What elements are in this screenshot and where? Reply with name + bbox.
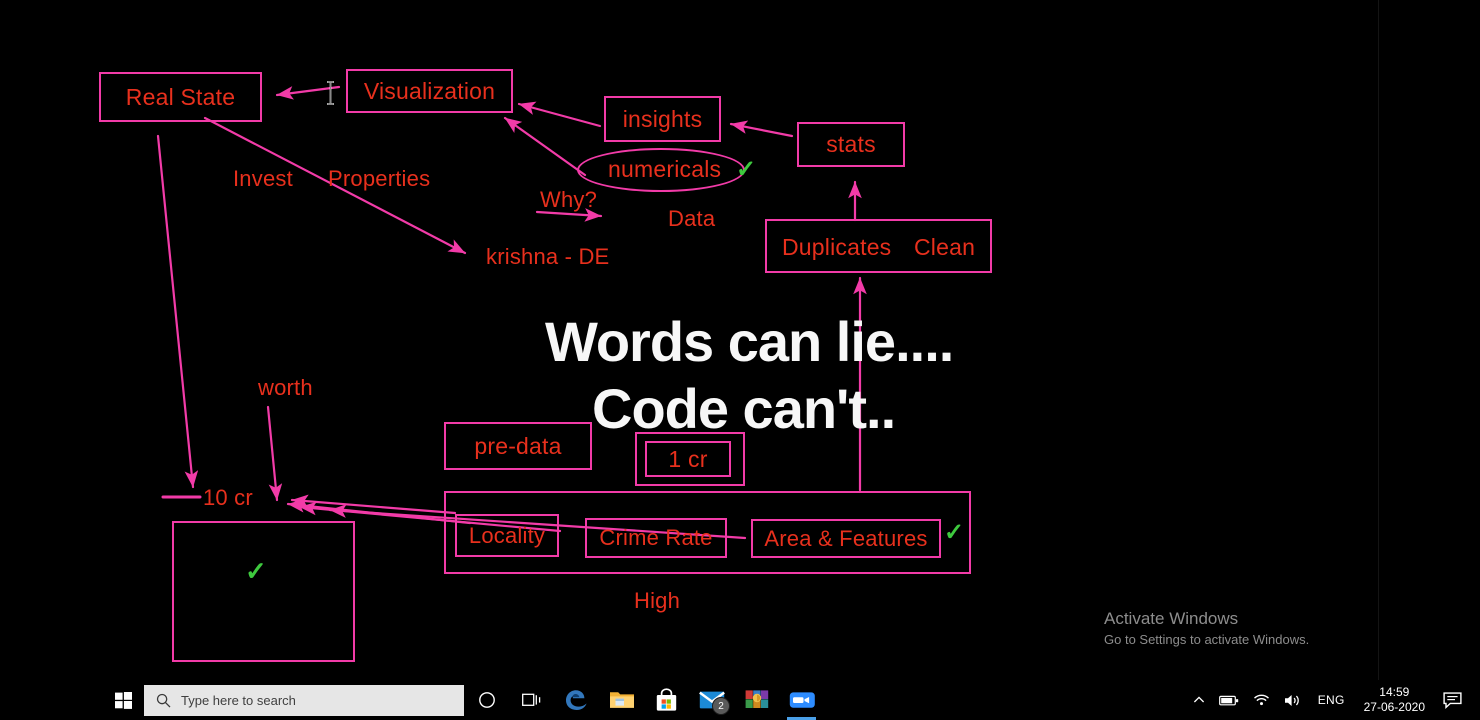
box-one-cr[interactable]: 1 cr [645, 441, 731, 477]
note-high: High [634, 588, 681, 613]
note-data: Data [668, 206, 716, 231]
task-view-icon [521, 693, 540, 706]
battery-icon [1218, 695, 1238, 705]
clock-date: 27-06-2020 [1363, 700, 1425, 714]
box-crime-rate[interactable]: Crime Rate [585, 518, 727, 558]
note-ten-cr: 10 cr [203, 485, 253, 510]
headline-line-2: Code can't.. [592, 377, 896, 440]
cortana-button[interactable] [464, 680, 509, 720]
cortana-icon [478, 692, 495, 708]
start-button[interactable] [102, 680, 144, 720]
watermark-title: Activate Windows [1104, 609, 1239, 628]
winrar-icon [745, 690, 768, 708]
action-center-icon [1443, 691, 1462, 709]
volume-icon [1284, 694, 1299, 706]
action-center-button[interactable] [1435, 680, 1474, 720]
area-features-check-icon: ✓ [944, 519, 965, 546]
winrar-button[interactable] [734, 680, 779, 720]
taskbar: Type here to search 2 ENG 14:59 27-06-20… [0, 680, 1480, 720]
box-clean-label: Clean [914, 234, 976, 260]
language-indicator[interactable]: ENG [1309, 693, 1354, 707]
clock[interactable]: 14:59 27-06-2020 [1354, 685, 1435, 715]
microsoft-store-button[interactable] [644, 680, 689, 720]
zoom-icon [789, 692, 815, 708]
box-real-state-label: Real State [125, 83, 236, 110]
box-area-features[interactable]: Area & Features [751, 519, 941, 558]
box-locality-label: Locality [468, 522, 546, 548]
wifi-icon [1253, 694, 1269, 706]
mail-unread-badge: 2 [712, 697, 730, 715]
volume-button[interactable] [1277, 680, 1309, 720]
numericals-check-icon: ✓ [736, 156, 757, 183]
chevron-up-icon [1193, 696, 1204, 703]
box-one-cr-label: 1 cr [668, 445, 708, 472]
note-properties: Properties [328, 166, 431, 191]
windows-logo-icon [114, 691, 132, 709]
taskbar-left-spacer [0, 680, 102, 720]
box-insights-label: insights [622, 105, 703, 132]
mail-button[interactable]: 2 [689, 680, 734, 720]
box-area-features-label: Area & Features [764, 525, 928, 551]
ellipse-numericals-label: numericals [608, 156, 722, 182]
clock-time: 14:59 [1379, 685, 1410, 699]
box-real-state[interactable]: Real State [99, 72, 262, 122]
empty-box-check-icon: ✓ [245, 556, 267, 586]
activate-windows-watermark: Activate Windows Go to Settings to activ… [1104, 608, 1364, 649]
system-tray: ENG 14:59 27-06-2020 [1186, 680, 1480, 720]
whiteboard-canvas[interactable]: Real State Visualization insights stats … [0, 0, 1378, 680]
desktop-right-strip [1379, 0, 1480, 680]
box-stats[interactable]: stats [797, 122, 905, 167]
edge-icon [565, 690, 587, 710]
search-placeholder: Type here to search [181, 692, 296, 708]
box-visualization-label: Visualization [363, 77, 496, 104]
note-invest: Invest [233, 166, 293, 191]
box-pre-data-label: pre-data [474, 432, 562, 459]
battery-button[interactable] [1212, 680, 1246, 720]
screen-root: Real State Visualization insights stats … [0, 0, 1480, 720]
text-cursor-icon [327, 81, 334, 105]
box-stats-label: stats [826, 131, 876, 157]
headline-line-1: Words can lie.... [545, 310, 954, 373]
microsoft-store-icon [656, 688, 677, 711]
box-insights[interactable]: insights [604, 96, 721, 142]
note-krishna-de: krishna - DE [486, 244, 610, 269]
edge-button[interactable] [554, 680, 599, 720]
box-crime-rate-label: Crime Rate [599, 525, 713, 550]
zoom-button[interactable] [779, 680, 824, 720]
watermark-subtitle: Go to Settings to activate Windows. [1104, 632, 1310, 647]
network-button[interactable] [1246, 680, 1277, 720]
note-worth: worth [258, 375, 313, 400]
box-locality[interactable]: Locality [455, 514, 559, 557]
box-duplicates-label: Duplicates [782, 234, 892, 260]
box-empty-result[interactable] [172, 521, 355, 662]
file-explorer-icon [609, 692, 634, 708]
search-icon [156, 693, 171, 708]
note-why: Why? [540, 187, 598, 212]
box-pre-data[interactable]: pre-data [444, 422, 592, 470]
show-hidden-icons-button[interactable] [1186, 680, 1212, 720]
box-visualization[interactable]: Visualization [346, 69, 513, 113]
task-view-button[interactable] [509, 680, 554, 720]
file-explorer-button[interactable] [599, 680, 644, 720]
search-input[interactable]: Type here to search [144, 684, 464, 716]
